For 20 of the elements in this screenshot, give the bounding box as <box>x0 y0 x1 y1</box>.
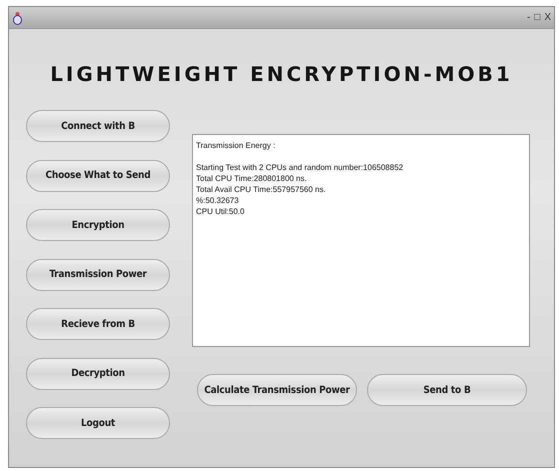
output-line: Starting Test with 2 CPUs and random number:106508852 <box>196 162 404 173</box>
action-button[interactable]: Calculate Transmission Power <box>197 374 357 406</box>
output-line: Total CPU Time:280801800 ns. <box>196 173 308 184</box>
app-icon <box>13 10 22 24</box>
window-control[interactable]: - <box>526 12 530 23</box>
app-heading: LIGHTWEIGHT ENCRYPTION-MOB1 <box>49 62 514 88</box>
menu-button[interactable]: Connect with B <box>26 110 170 142</box>
window-control[interactable]: X <box>544 12 551 23</box>
menu-button[interactable]: Logout <box>26 407 170 439</box>
menu-button[interactable]: Transmission Power <box>26 258 170 290</box>
action-button[interactable]: Send to B <box>367 374 527 406</box>
output-line: Total Avail CPU Time:557957560 ns. <box>196 184 327 195</box>
output-line: CPU Util:50.0 <box>196 206 246 217</box>
menu-button[interactable]: Choose What to Send <box>26 160 170 192</box>
menu-button[interactable]: Decryption <box>26 358 170 390</box>
window-control[interactable]: □ <box>534 12 540 23</box>
menu-button[interactable]: Recieve from B <box>26 308 170 340</box>
output-heading: Transmission Energy : <box>196 140 276 151</box>
menu-button[interactable]: Encryption <box>26 209 170 241</box>
output-line: %:50.32673 <box>196 195 240 206</box>
